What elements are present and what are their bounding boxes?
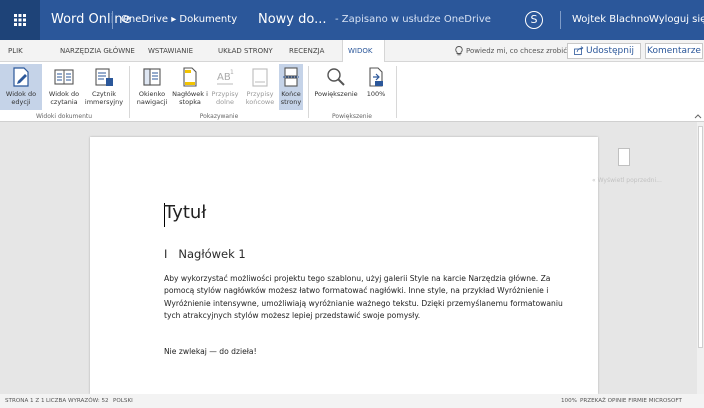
- previous-comment-link[interactable]: « Wyświetl poprzedni...: [592, 177, 662, 184]
- label: 100%: [366, 90, 386, 98]
- heading-text: Nagłówek 1: [178, 247, 246, 261]
- tab-home[interactable]: NARZĘDZIA GŁÓWNE: [60, 40, 135, 62]
- svg-text:1: 1: [230, 69, 234, 76]
- label: Przypisy: [246, 90, 274, 98]
- label: Nagłówek i: [172, 90, 208, 98]
- zoom-button[interactable]: Powiększenie: [312, 64, 360, 110]
- ribbon-view: Widok do edycji Widok do czytania Czytni…: [0, 62, 704, 122]
- page-breaks-button[interactable]: Końce strony: [279, 64, 303, 110]
- group-label-document-views: Widoki dokumentu: [35, 113, 93, 120]
- comments-button[interactable]: Komentarze: [645, 43, 703, 59]
- status-page: STRONA 1 Z 1: [5, 398, 45, 404]
- reading-view-icon: [54, 69, 74, 85]
- tell-me-placeholder: Powiedz mi, co chcesz zrobić: [466, 47, 568, 55]
- navigation-pane-button[interactable]: Okienko nawigacji: [133, 64, 171, 110]
- tell-me-search[interactable]: Powiedz mi, co chcesz zrobić: [455, 40, 567, 62]
- status-bar: STRONA 1 Z 1 LICZBA WYRAZÓW: 52 POLSKI 1…: [0, 394, 704, 408]
- heading-number: I: [164, 247, 168, 261]
- tab-file[interactable]: PLIK: [8, 40, 23, 62]
- svg-text:AB: AB: [217, 72, 231, 83]
- user-name[interactable]: Wojtek Blachno: [572, 0, 649, 40]
- endnotes-icon: [252, 68, 268, 87]
- edit-view-icon: [13, 67, 29, 87]
- divider: [112, 11, 113, 29]
- footnotes-icon: AB 1: [217, 69, 234, 85]
- status-zoom[interactable]: 100%: [561, 394, 577, 408]
- doc-title[interactable]: Tytuł: [164, 202, 206, 223]
- label: Czytnik: [91, 90, 117, 98]
- ribbon-tabs: PLIK NARZĘDZIA GŁÓWNE WSTAWIANIE UKŁAD S…: [0, 40, 704, 62]
- group-divider: [129, 66, 130, 118]
- zoom-100-button[interactable]: 100%: [362, 64, 390, 110]
- scrollbar-thumb[interactable]: [698, 126, 703, 348]
- editing-view-button[interactable]: Widok do edycji: [0, 64, 42, 110]
- label: edycji: [11, 98, 31, 106]
- label: stopka: [179, 98, 201, 106]
- doc-heading-1[interactable]: I Nagłówek 1: [164, 247, 246, 261]
- label: immersyjny: [84, 98, 124, 106]
- page-breaks-icon: [283, 67, 299, 87]
- label: Widok do: [48, 90, 80, 98]
- label: Końce: [281, 90, 301, 98]
- label: Widok do: [5, 90, 37, 98]
- app-name[interactable]: Word Online: [51, 0, 130, 40]
- zoom-100-icon: [369, 67, 383, 87]
- doc-paragraph-2[interactable]: Nie zwlekaj — do dzieła!: [164, 347, 257, 356]
- comments-label: Komentarze: [647, 46, 701, 56]
- header-footer-button[interactable]: Nagłówek i stopka: [172, 64, 208, 110]
- share-icon: [574, 46, 584, 55]
- document-canvas: Tytuł I Nagłówek 1 Aby wykorzystać możli…: [0, 122, 704, 394]
- tab-review[interactable]: RECENZJA: [289, 40, 324, 62]
- waffle-icon: [14, 14, 26, 26]
- endnotes-button[interactable]: Przypisy końcowe: [243, 64, 277, 110]
- label: nawigacji: [136, 98, 168, 106]
- tab-page-layout[interactable]: UKŁAD STRONY: [218, 40, 273, 62]
- vertical-scrollbar[interactable]: [697, 122, 704, 394]
- tab-view[interactable]: WIDOK: [342, 40, 385, 62]
- group-label-show: Pokazywanie: [199, 113, 239, 120]
- breadcrumb[interactable]: OneDrive ▸ Dokumenty: [121, 0, 237, 40]
- immersive-reader-icon: [95, 68, 113, 86]
- label: czytania: [50, 98, 78, 106]
- save-status: - Zapisano w usłudze OneDrive: [335, 14, 491, 25]
- skype-button[interactable]: S: [525, 11, 543, 29]
- group-divider: [308, 66, 309, 118]
- group-label-zoom: Powiększenie: [332, 113, 372, 120]
- label: strony: [280, 98, 302, 106]
- navigation-pane-icon: [143, 68, 161, 86]
- label: dolne: [215, 98, 235, 106]
- status-language[interactable]: POLSKI: [113, 394, 133, 408]
- logout-link[interactable]: Wyloguj się: [649, 0, 704, 40]
- label: Okienko: [138, 90, 166, 98]
- app-launcher-button[interactable]: [0, 0, 40, 40]
- group-divider: [396, 66, 397, 118]
- immersive-reader-button[interactable]: Czytnik immersyjny: [84, 64, 124, 110]
- lightbulb-icon: [455, 46, 463, 56]
- title-bar: Word Online OneDrive ▸ Dokumenty Nowy do…: [0, 0, 704, 40]
- footnotes-button[interactable]: AB 1 Przypisy dolne: [209, 64, 241, 110]
- reading-view-button[interactable]: Widok do czytania: [46, 64, 82, 110]
- tab-insert[interactable]: WSTAWIANIE: [148, 40, 193, 62]
- label: końcowe: [245, 98, 275, 106]
- magnifier-icon: [327, 68, 345, 86]
- share-label: Udostępnij: [586, 46, 634, 56]
- comment-pane-button[interactable]: [618, 148, 630, 166]
- collapse-ribbon-icon[interactable]: [694, 113, 702, 119]
- document-page[interactable]: Tytuł I Nagłówek 1 Aby wykorzystać możli…: [90, 137, 598, 394]
- header-footer-icon: [183, 67, 197, 87]
- share-button[interactable]: Udostępnij: [567, 43, 641, 59]
- label: Przypisy: [211, 90, 239, 98]
- skype-icon: S: [530, 13, 538, 26]
- document-name[interactable]: Nowy do...: [258, 0, 327, 40]
- status-word-count: LICZBA WYRAZÓW: 52: [46, 398, 109, 404]
- feedback-link[interactable]: PRZEKAŻ OPINIE FIRMIE MICROSOFT: [580, 394, 682, 408]
- doc-paragraph[interactable]: Aby wykorzystać możliwości projektu tego…: [164, 273, 564, 323]
- divider: [560, 11, 561, 29]
- label: Powiększenie: [314, 90, 358, 98]
